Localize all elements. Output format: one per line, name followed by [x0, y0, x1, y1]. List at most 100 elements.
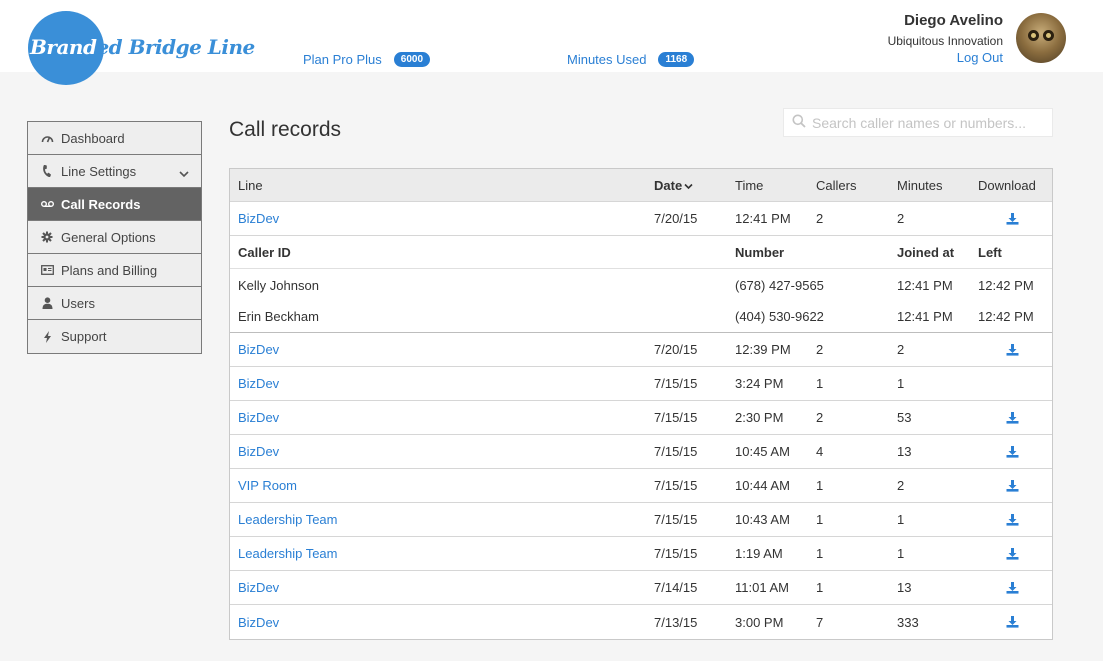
row-date: 7/15/15 [654, 546, 698, 561]
bolt-icon [40, 330, 54, 343]
sidebar-item-label: Call Records [61, 196, 141, 212]
table-row[interactable]: Leadership Team 7/15/15 1:19 AM 1 1 [230, 537, 1052, 571]
line-link[interactable]: BizDev [238, 342, 279, 357]
download-icon[interactable] [1006, 537, 1019, 570]
row-time: 10:44 AM [735, 478, 790, 493]
row-time: 3:24 PM [735, 376, 784, 391]
top-header: Branded Bridge Line Plan Pro Plus 6000 M… [0, 0, 1103, 85]
brand-logo[interactable]: Branded Bridge Line [28, 11, 255, 85]
search-input[interactable] [812, 114, 1042, 131]
sidebar-item-label: General Options [61, 229, 156, 245]
sidebar-item-call-records[interactable]: Call Records [28, 188, 201, 221]
plan-stat[interactable]: Plan Pro Plus 6000 [303, 52, 431, 67]
subheader-joined: Joined at [897, 244, 955, 260]
sidebar-item-support[interactable]: Support [28, 320, 201, 353]
logo-text: Branded Bridge Line [30, 35, 255, 59]
sidebar-item-users[interactable]: Users [28, 287, 201, 320]
logout-link[interactable]: Log Out [888, 50, 1003, 65]
call-records-table: Line Date Time Callers Minutes Download … [229, 168, 1053, 640]
caller-left: 12:42 PM [978, 309, 1034, 324]
line-link[interactable]: BizDev [238, 580, 279, 595]
billing-icon [40, 265, 54, 275]
download-icon[interactable] [1006, 333, 1019, 366]
download-icon[interactable] [1006, 503, 1019, 536]
sidebar-item-label: Line Settings [61, 163, 137, 179]
table-row[interactable]: BizDev 7/13/15 3:00 PM 7 333 [230, 605, 1052, 639]
line-link[interactable]: VIP Room [238, 478, 297, 493]
line-link[interactable]: BizDev [238, 615, 279, 630]
download-icon[interactable] [1006, 469, 1019, 502]
caller-number: (404) 530-9622 [735, 309, 824, 324]
table-row[interactable]: Leadership Team 7/15/15 10:43 AM 1 1 [230, 503, 1052, 537]
row-time: 1:19 AM [735, 546, 783, 561]
caller-left: 12:42 PM [978, 277, 1034, 293]
row-callers: 1 [816, 580, 824, 595]
row-time: 10:43 AM [735, 512, 790, 527]
table-row-expanded[interactable]: BizDev 7/20/15 12:41 PM 2 2 [230, 202, 1052, 236]
row-minutes: 1 [897, 376, 905, 391]
table-row[interactable]: BizDev 7/15/15 3:24 PM 1 1 [230, 367, 1052, 401]
user-company: Ubiquitous Innovation [887, 34, 1003, 48]
avatar-eye-left [1028, 30, 1039, 41]
sidebar-item-label: Users [61, 295, 95, 311]
column-header-date[interactable]: Date [654, 169, 693, 201]
user-info: Diego Avelino Ubiquitous Innovation Log … [888, 12, 1003, 65]
table-row[interactable]: VIP Room 7/15/15 10:44 AM 1 2 [230, 469, 1052, 503]
sidebar-item-plans-billing[interactable]: Plans and Billing [28, 254, 201, 287]
row-date: 7/13/15 [654, 614, 698, 630]
download-icon[interactable] [1006, 435, 1019, 468]
avatar[interactable] [1016, 13, 1066, 63]
row-callers: 1 [816, 512, 824, 527]
gauge-icon [40, 133, 54, 143]
plan-badge: 6000 [393, 52, 431, 67]
row-time: 3:00 PM [735, 614, 784, 630]
plan-label: Plan Pro Plus [303, 52, 382, 67]
minutes-stat[interactable]: Minutes Used 1168 [567, 52, 695, 67]
line-link[interactable]: BizDev [238, 211, 279, 226]
row-callers: 7 [816, 614, 824, 630]
caller-row: Erin Beckham (404) 530-9622 12:41 PM 12:… [230, 301, 1052, 333]
caller-name: Erin Beckham [238, 309, 319, 324]
download-icon[interactable] [1006, 401, 1019, 434]
line-link[interactable]: BizDev [238, 376, 279, 391]
user-icon [40, 297, 54, 309]
table-row[interactable]: BizDev 7/20/15 12:39 PM 2 2 [230, 333, 1052, 367]
row-date: 7/14/15 [654, 580, 698, 595]
column-header-minutes[interactable]: Minutes [897, 169, 943, 201]
table-row[interactable]: BizDev 7/14/15 11:01 AM 1 13 [230, 571, 1052, 605]
column-header-time[interactable]: Time [735, 169, 763, 201]
subheader-caller-id: Caller ID [238, 244, 291, 260]
table-row[interactable]: BizDev 7/15/15 10:45 AM 4 13 [230, 435, 1052, 469]
line-link[interactable]: BizDev [238, 410, 279, 425]
caller-joined: 12:41 PM [897, 277, 953, 293]
column-header-line[interactable]: Line [238, 169, 263, 201]
sort-desc-icon [684, 178, 693, 193]
line-link[interactable]: Leadership Team [238, 512, 338, 527]
subheader-left: Left [978, 244, 1002, 260]
table-row[interactable]: BizDev 7/15/15 2:30 PM 2 53 [230, 401, 1052, 435]
chevron-down-icon[interactable] [179, 166, 189, 181]
sidebar-item-label: Dashboard [61, 130, 125, 146]
line-link[interactable]: Leadership Team [238, 546, 338, 561]
column-header-callers[interactable]: Callers [816, 169, 856, 201]
sidebar-item-dashboard[interactable]: Dashboard [28, 122, 201, 155]
row-callers: 2 [816, 211, 824, 226]
minutes-label: Minutes Used [567, 52, 647, 67]
row-callers: 4 [816, 444, 824, 459]
row-date: 7/15/15 [654, 444, 698, 459]
sidebar-item-label: Support [61, 329, 107, 344]
row-time: 12:41 PM [735, 211, 791, 226]
row-date: 7/20/15 [654, 211, 698, 226]
subheader-number: Number [735, 244, 785, 260]
row-time: 11:01 AM [735, 580, 789, 595]
download-icon[interactable] [1006, 202, 1019, 235]
minutes-badge: 1168 [658, 52, 695, 67]
sidebar-item-line-settings[interactable]: Line Settings [28, 155, 201, 188]
download-icon[interactable] [1006, 605, 1019, 639]
sidebar-item-general-options[interactable]: General Options [28, 221, 201, 254]
search-box[interactable] [783, 108, 1053, 137]
column-header-download: Download [978, 177, 1036, 193]
download-icon[interactable] [1006, 571, 1019, 604]
line-link[interactable]: BizDev [238, 444, 279, 459]
row-callers: 2 [816, 410, 824, 425]
